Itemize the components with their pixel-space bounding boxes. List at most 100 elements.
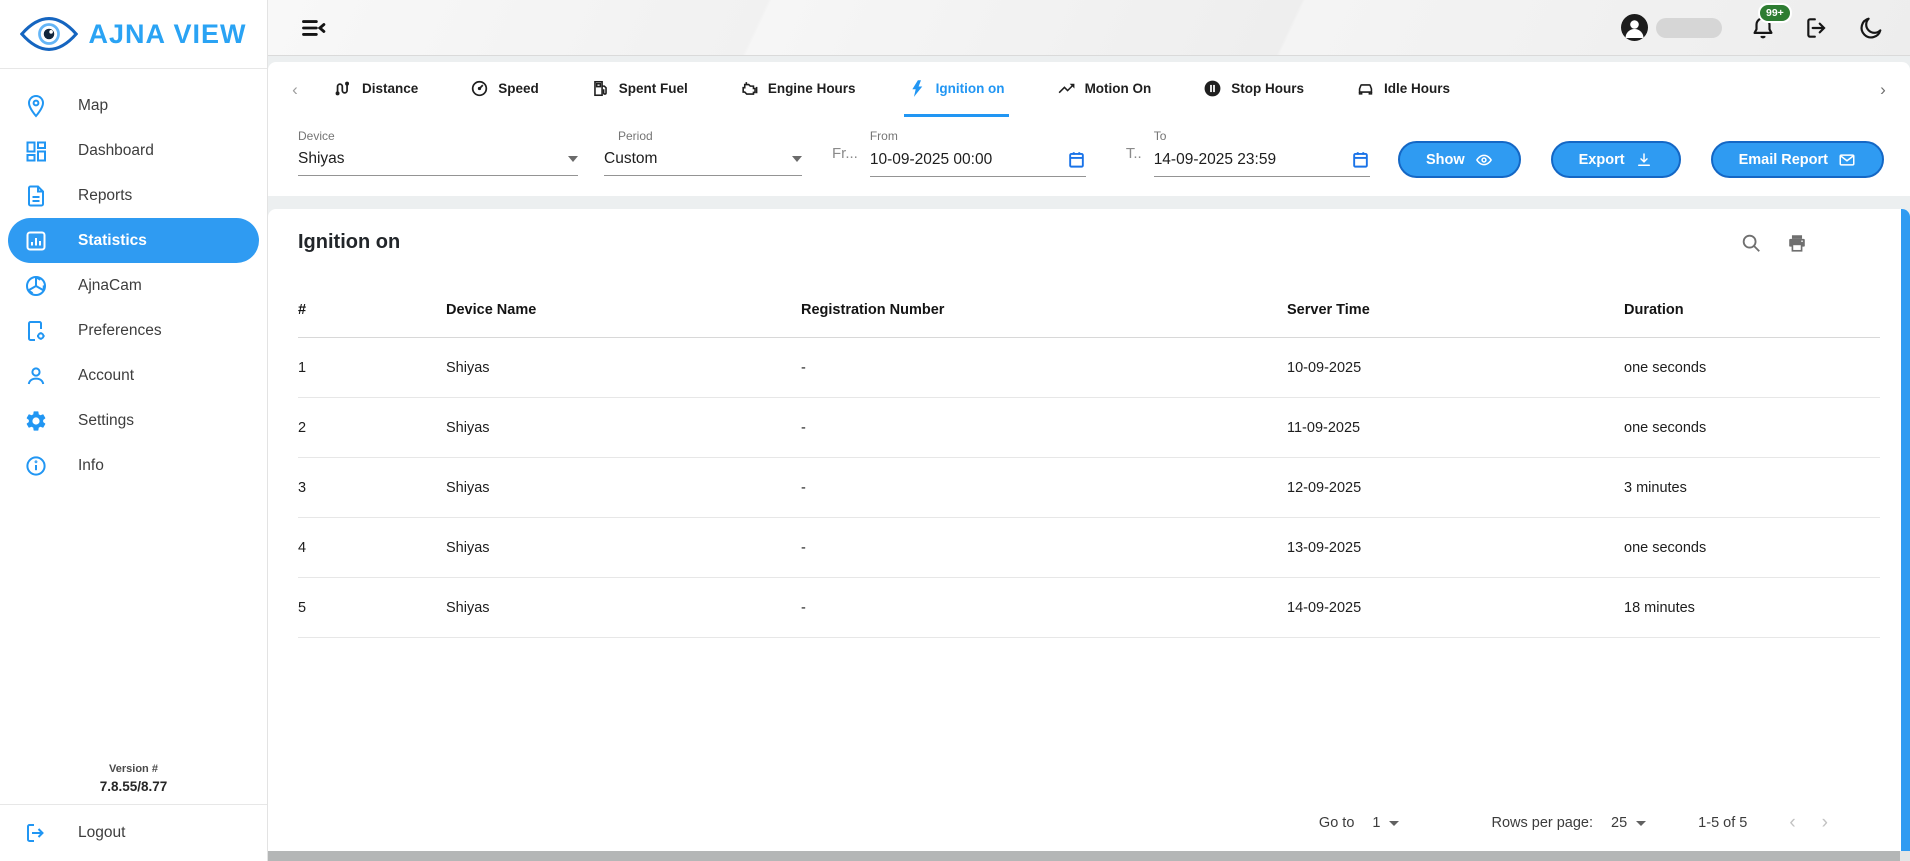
to-datetime-field[interactable]: To 14-09-2025 23:59: [1153, 129, 1370, 177]
search-icon[interactable]: [1740, 232, 1762, 254]
show-button[interactable]: Show: [1397, 141, 1521, 178]
period-select[interactable]: Period Custom: [604, 129, 802, 176]
notifications-button[interactable]: 99+: [1750, 2, 1792, 41]
report-tabbar: ‹ Distance Speed Spent Fuel Engine Hours…: [268, 62, 1910, 117]
chevron-down-icon: [792, 156, 802, 162]
chevron-down-icon: [1389, 820, 1400, 826]
collapse-sidebar-button[interactable]: [300, 13, 330, 43]
logout-icon[interactable]: [1804, 15, 1830, 41]
rows-per-page-select[interactable]: 25: [1611, 815, 1647, 831]
tab-label: Motion On: [1084, 80, 1152, 96]
previous-page-chevron[interactable]: ‹: [1789, 812, 1795, 834]
col-device-name: Device Name: [446, 301, 537, 318]
camera-aperture-icon: [24, 274, 48, 298]
tab-ignition-on[interactable]: Ignition on: [903, 62, 1009, 117]
sidebar-item-map[interactable]: Map: [0, 83, 267, 128]
sidebar-item-reports[interactable]: Reports: [0, 173, 267, 218]
sidebar-item-statistics[interactable]: Statistics: [8, 218, 259, 263]
cell-device-name: Shiyas: [446, 479, 490, 496]
sidebar-item-settings[interactable]: Settings: [0, 398, 267, 443]
tab-label: Ignition on: [935, 80, 1005, 96]
export-button-label: Export: [1578, 151, 1625, 168]
cell-index: 1: [298, 359, 307, 376]
cell-server-time: 10-09-2025: [1287, 359, 1362, 376]
sidebar-item-dashboard[interactable]: Dashboard: [0, 128, 267, 173]
report-header-actions: [1740, 232, 1808, 254]
tab-engine-hours[interactable]: Engine Hours: [736, 62, 860, 117]
tab-motion-on[interactable]: Motion On: [1053, 62, 1156, 117]
from-datetime-field[interactable]: From 10-09-2025 00:00: [869, 129, 1086, 177]
show-button-label: Show: [1425, 151, 1465, 168]
engine-icon: [740, 79, 759, 98]
eye-icon: [1475, 151, 1493, 169]
device-label: Device: [298, 129, 335, 143]
tab-spent-fuel[interactable]: Spent Fuel: [587, 62, 692, 117]
user-account-widget[interactable]: [1621, 14, 1722, 41]
dashboard-icon: [24, 139, 48, 163]
from-label: From: [869, 129, 898, 143]
vertical-scrollbar-thumb[interactable]: [1901, 209, 1910, 851]
email-report-button[interactable]: Email Report: [1710, 141, 1884, 178]
sidebar-item-logout[interactable]: Logout: [0, 805, 267, 861]
username-redacted-pill: [1656, 17, 1722, 38]
table-header-row: # Device Name Registration Number Server…: [298, 282, 1880, 338]
calendar-icon[interactable]: [1067, 150, 1086, 169]
to-truncated-label: T..: [1125, 145, 1142, 162]
main-area: 99+ ‹ Distance Speed Spent Fuel Engine H…: [268, 0, 1910, 861]
scrollbar-corner: [1900, 851, 1910, 861]
filter-row: Device Shiyas Period Custom Fr... From 1…: [268, 117, 1910, 196]
table-row[interactable]: 4 Shiyas - 13-09-2025 one seconds: [298, 518, 1880, 578]
cell-index: 3: [298, 479, 307, 496]
cell-server-time: 11-09-2025: [1287, 419, 1361, 436]
tab-distance[interactable]: Distance: [330, 62, 422, 117]
statistics-toolbar-card: ‹ Distance Speed Spent Fuel Engine Hours…: [268, 62, 1910, 196]
print-icon[interactable]: [1786, 232, 1808, 254]
device-select[interactable]: Device Shiyas: [298, 129, 578, 176]
goto-page-label: Go to: [1318, 815, 1355, 831]
table-row[interactable]: 3 Shiyas - 12-09-2025 3 minutes: [298, 458, 1880, 518]
tabs-scroll-right-chevron[interactable]: ›: [1870, 80, 1896, 100]
fuel-pump-icon: [591, 79, 610, 98]
cell-duration: one seconds: [1624, 359, 1707, 376]
car-icon: [1356, 79, 1375, 98]
export-button[interactable]: Export: [1550, 141, 1681, 178]
cell-device-name: Shiyas: [446, 359, 490, 376]
calendar-icon[interactable]: [1351, 150, 1370, 169]
cell-device-name: Shiyas: [446, 599, 490, 616]
tab-idle-hours[interactable]: Idle Hours: [1352, 62, 1454, 117]
preferences-icon: [24, 319, 48, 343]
sidebar-item-account[interactable]: Account: [0, 353, 267, 398]
tab-label: Engine Hours: [767, 80, 856, 96]
tab-stop-hours[interactable]: Stop Hours: [1199, 62, 1308, 117]
to-value: 14-09-2025 23:59: [1153, 150, 1277, 168]
table-row[interactable]: 1 Shiyas - 10-09-2025 one seconds: [298, 338, 1880, 398]
period-value: Custom: [604, 150, 658, 167]
tab-label: Speed: [498, 80, 539, 96]
sidebar: AJNA VIEW Map Dashboard Reports Statisti…: [0, 0, 268, 861]
cell-duration: one seconds: [1624, 419, 1707, 436]
sidebar-item-info[interactable]: Info: [0, 443, 267, 488]
cell-registration-number: -: [801, 359, 806, 376]
tab-speed[interactable]: Speed: [466, 62, 543, 117]
table-row[interactable]: 5 Shiyas - 14-09-2025 18 minutes: [298, 578, 1880, 638]
horizontal-scrollbar-thumb[interactable]: [268, 851, 1900, 861]
sidebar-item-label: Info: [78, 456, 104, 474]
tab-label: Distance: [362, 80, 419, 96]
version-value: 7.8.55/8.77: [99, 779, 168, 794]
col-server-time: Server Time: [1287, 301, 1370, 318]
content-area: ‹ Distance Speed Spent Fuel Engine Hours…: [268, 56, 1910, 861]
cell-registration-number: -: [801, 539, 806, 556]
dark-mode-moon-icon[interactable]: [1858, 15, 1884, 41]
cell-device-name: Shiyas: [446, 539, 490, 556]
lightning-icon: [908, 79, 927, 98]
table-row[interactable]: 2 Shiyas - 11-09-2025 one seconds: [298, 398, 1880, 458]
sidebar-nav: Map Dashboard Reports Statistics AjnaCam…: [0, 69, 267, 488]
goto-page-select[interactable]: 1: [1372, 815, 1400, 831]
cell-registration-number: -: [801, 419, 806, 436]
next-page-chevron[interactable]: ›: [1822, 812, 1828, 834]
cell-registration-number: -: [801, 599, 806, 616]
statistics-icon: [24, 229, 48, 253]
tabs-scroll-left-chevron[interactable]: ‹: [282, 80, 308, 100]
sidebar-item-preferences[interactable]: Preferences: [0, 308, 267, 353]
sidebar-item-ajnacam[interactable]: AjnaCam: [0, 263, 267, 308]
